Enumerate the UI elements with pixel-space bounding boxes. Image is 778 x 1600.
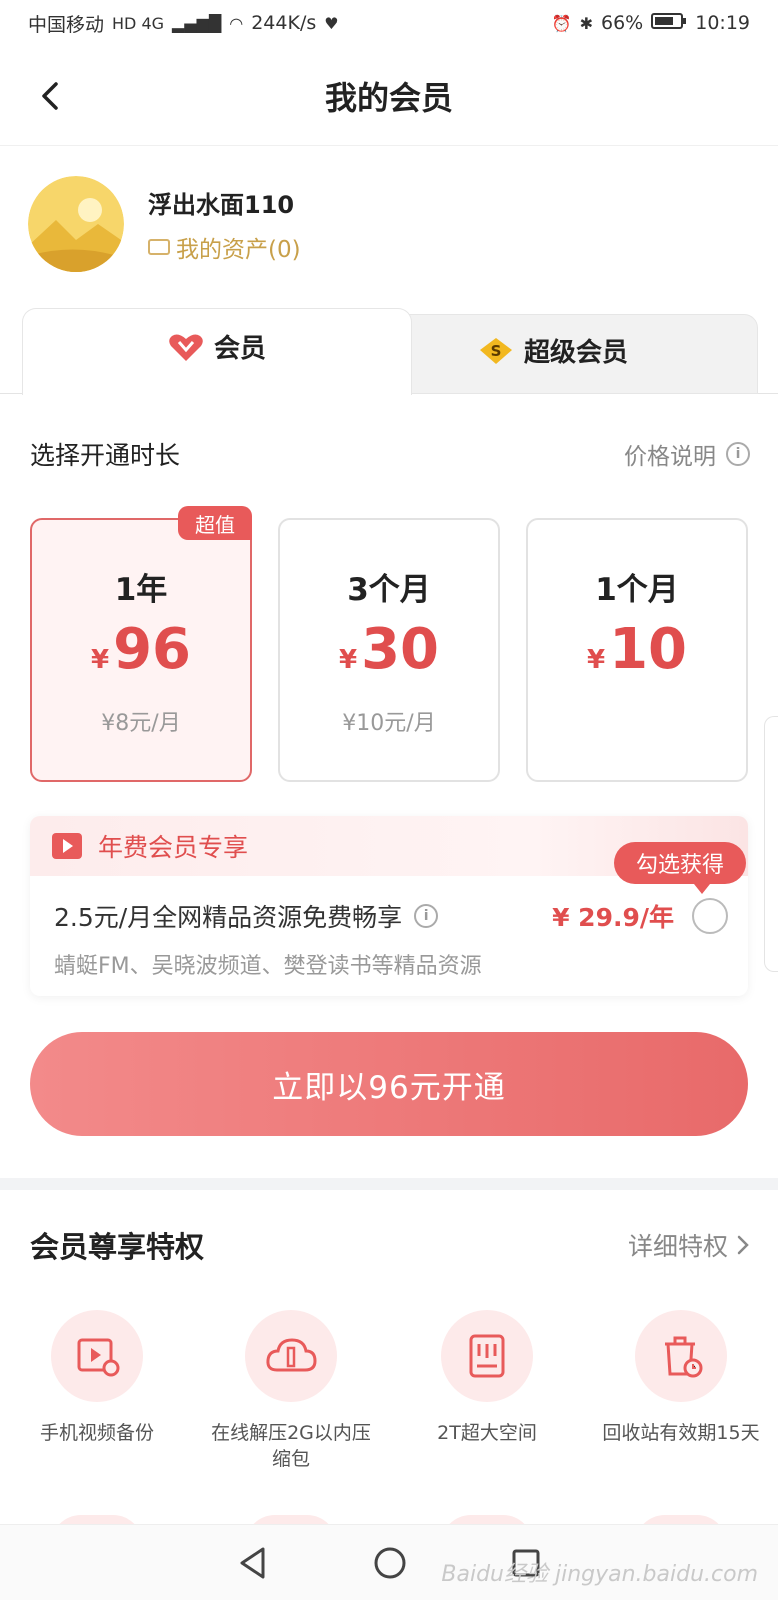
price-note-label: 价格说明 xyxy=(624,444,716,470)
privilege-item[interactable]: 2T超大空间 xyxy=(402,1310,572,1446)
back-triangle-icon[interactable] xyxy=(237,1546,269,1580)
cloud-unzip-icon xyxy=(245,1310,337,1402)
addon-radio[interactable] xyxy=(692,898,728,934)
heart-v-icon xyxy=(169,334,203,361)
plan-price-value: 10 xyxy=(609,617,688,682)
chevron-right-icon xyxy=(737,1235,749,1255)
currency-symbol: ¥ xyxy=(586,645,606,675)
section-divider xyxy=(0,1178,778,1190)
privileges-detail-label: 详细特权 xyxy=(627,1232,728,1261)
plan-name: 1年 xyxy=(114,572,168,608)
plan-price: ¥96 xyxy=(32,619,250,691)
battery-icon xyxy=(651,12,687,35)
privileges-grid: 手机视频备份 在线解压2G以内压缩包 2T超大空间 回收站有效期15天 xyxy=(0,1310,778,1490)
duration-header: 选择开通时长 价格说明 i xyxy=(30,436,750,472)
clock: 10:19 xyxy=(695,12,750,34)
plan-price: ¥30 xyxy=(280,619,498,691)
plan-name: 3个月 xyxy=(347,572,431,608)
tab-member-label: 会员 xyxy=(214,334,267,364)
value-badge: 超值 xyxy=(178,506,252,540)
my-assets-link[interactable]: 我的资产(0) xyxy=(148,230,301,264)
recycle-bin-icon xyxy=(635,1310,727,1402)
battery-percent: 66% xyxy=(601,12,644,34)
network-indicator: HD 4G xyxy=(112,13,165,33)
plan-price: ¥10 xyxy=(528,619,746,691)
privilege-item[interactable]: 手机视频备份 xyxy=(12,1310,182,1446)
system-nav-bar: Baidu经验 jingyan.baidu.com xyxy=(0,1524,778,1600)
back-button[interactable] xyxy=(30,76,70,116)
currency-symbol: ¥ xyxy=(90,645,110,675)
network-speed: 244K/s xyxy=(251,12,317,34)
info-icon[interactable]: i xyxy=(414,904,439,928)
privilege-item[interactable]: 回收站有效期15天 xyxy=(596,1310,766,1446)
super-s-icon: S xyxy=(480,337,512,364)
membership-tabs: 会员 S 超级会员 xyxy=(0,308,778,395)
carrier-label: 中国移动 xyxy=(28,13,105,36)
activate-button[interactable]: 立即以96元开通 xyxy=(30,1032,748,1136)
plan-name: 1个月 xyxy=(595,572,679,608)
signal-icon: ▂▄▆█ xyxy=(172,13,222,33)
side-drawer-handle[interactable] xyxy=(764,716,778,972)
plan-1-month[interactable]: 1个月 ¥10 xyxy=(526,518,748,782)
check-to-get-badge: 勾选获得 xyxy=(614,842,746,894)
annual-description: 2.5元/月全网精品资源免费畅享 xyxy=(54,903,403,932)
privilege-label: 2T超大空间 xyxy=(437,1422,537,1444)
currency-symbol: ¥ xyxy=(338,645,358,675)
plan-monthly: ¥8元/月 xyxy=(101,711,181,736)
plan-price-value: 96 xyxy=(113,617,192,682)
my-assets-label: 我的资产(0) xyxy=(176,236,301,263)
wallet-icon xyxy=(148,238,170,255)
privilege-label: 在线解压2G以内压缩包 xyxy=(211,1422,371,1470)
profile-section: 浮出水面110 我的资产(0) xyxy=(28,176,748,272)
video-play-icon xyxy=(52,833,82,859)
price-note-link[interactable]: 价格说明 i xyxy=(624,437,750,471)
annual-exclusive-card: 年费会员专享 勾选获得 2.5元/月全网精品资源免费畅享 i ¥ 29.9/年 … xyxy=(30,816,748,996)
alarm-icon: ⏰ xyxy=(551,13,572,33)
privileges-detail-link[interactable]: 详细特权 xyxy=(628,1227,750,1263)
annual-title: 年费会员专享 xyxy=(98,833,249,862)
svg-text:S: S xyxy=(491,342,502,360)
avatar[interactable] xyxy=(28,176,124,272)
bluetooth-icon: ✱ xyxy=(579,13,593,33)
plan-monthly: ¥10元/月 xyxy=(342,711,436,736)
plan-3-months[interactable]: 3个月 ¥30 ¥10元/月 xyxy=(278,518,500,782)
privilege-label: 回收站有效期15天 xyxy=(602,1422,760,1444)
duration-title: 选择开通时长 xyxy=(30,441,181,470)
privileges-header: 会员尊享特权 详细特权 xyxy=(30,1224,750,1266)
status-bar: 中国移动 HD 4G ▂▄▆█ ◠ 244K/s ♥ ⏰ ✱ 66% 10:19 xyxy=(0,0,778,46)
tab-member-label-group: 会员 xyxy=(168,328,266,365)
privilege-label: 手机视频备份 xyxy=(39,1422,154,1444)
annual-addon-price: ¥ 29.9/年 xyxy=(552,903,674,932)
video-backup-icon xyxy=(51,1310,143,1402)
wifi-icon: ◠ xyxy=(229,13,244,33)
info-icon: i xyxy=(726,442,750,466)
health-icon: ♥ xyxy=(324,13,339,33)
privileges-title: 会员尊享特权 xyxy=(30,1230,205,1264)
tab-super-member-label-group: S 超级会员 xyxy=(478,332,628,369)
chevron-left-icon xyxy=(42,82,58,110)
watermark-logo: Baidu经验 jingyan.baidu.com xyxy=(441,1562,758,1587)
storage-icon xyxy=(441,1310,533,1402)
privilege-item[interactable]: 在线解压2G以内压缩包 xyxy=(206,1310,376,1472)
annual-subtext: 蜻蜓FM、吴晓波频道、樊登读书等精品资源 xyxy=(54,954,482,979)
page-title: 我的会员 xyxy=(324,78,453,117)
plan-1-year[interactable]: 超值 1年 ¥96 ¥8元/月 xyxy=(30,506,252,782)
annual-addon-row[interactable]: 2.5元/月全网精品资源免费畅享 i ¥ 29.9/年 xyxy=(54,898,728,934)
tab-super-member-label: 超级会员 xyxy=(524,338,629,368)
nav-bar: 我的会员 xyxy=(0,46,778,146)
home-circle-icon[interactable] xyxy=(373,1546,407,1580)
plan-price-value: 30 xyxy=(361,617,440,682)
plan-options: 超值 1年 ¥96 ¥8元/月 3个月 ¥30 ¥10元/月 1个月 ¥10 xyxy=(30,506,750,782)
username: 浮出水面110 xyxy=(148,190,295,219)
